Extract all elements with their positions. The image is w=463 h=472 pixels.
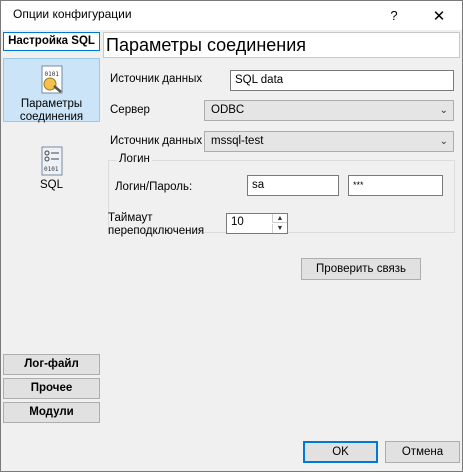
timeout-label-line1: Таймаут [108, 212, 153, 224]
login-password-label: Логин/Пароль: [115, 181, 193, 193]
server-label: Сервер [110, 104, 150, 116]
sql-icon: 0101 [41, 146, 62, 176]
close-button[interactable]: ✕ [419, 1, 459, 30]
check-connection-button[interactable]: Проверить связь [301, 258, 421, 280]
window-title: Опции конфигурации [13, 7, 132, 21]
cancel-button[interactable]: Отмена [385, 441, 460, 463]
datasource-name-input[interactable]: SQL data [230, 70, 454, 91]
sidebar-panel: 0101 Параметры соединения 0101 SQL [3, 52, 100, 352]
spin-up-icon[interactable]: ▲ [272, 214, 287, 223]
title-bar: Опции конфигурации ? ✕ [1, 1, 462, 30]
login-input[interactable]: sa [247, 175, 339, 196]
sidebar-item-connection-settings[interactable]: 0101 Параметры соединения [3, 58, 100, 123]
timeout-label-line2: переподключения [108, 225, 205, 237]
connection-settings-icon: 0101 [41, 65, 62, 94]
chevron-down-icon: ⌄ [439, 136, 448, 147]
ok-button[interactable]: OK [303, 441, 378, 463]
page-title: Параметры соединения [103, 32, 460, 58]
odbc-source-label: Источник данных [110, 135, 203, 147]
footer: OK Отмена [1, 435, 462, 471]
server-select[interactable]: ODBC ⌄ [204, 100, 454, 121]
datasource-label: Источник данных [110, 73, 203, 85]
sidebar-item-sql[interactable]: 0101 SQL [3, 140, 100, 191]
password-input[interactable]: *** [348, 175, 443, 196]
sidebar-header-sql-settings[interactable]: Настройка SQL [3, 32, 100, 51]
odbc-source-select-value: mssql-test [211, 135, 264, 147]
help-button[interactable]: ? [374, 1, 414, 30]
chevron-down-icon: ⌄ [439, 105, 448, 116]
sidebar-item-label: SQL [39, 179, 63, 191]
spin-down-icon[interactable]: ▼ [272, 224, 287, 233]
sidebar-item-label: Параметры соединения [19, 98, 84, 123]
svg-text:0101: 0101 [44, 166, 59, 173]
server-select-value: ODBC [211, 104, 245, 116]
config-dialog: Опции конфигурации ? ✕ Настройка SQL 010… [0, 0, 463, 472]
sidebar-button-modules[interactable]: Модули [3, 402, 100, 423]
sidebar-button-other[interactable]: Прочее [3, 378, 100, 399]
timeout-spinbox[interactable]: 10 ▲ ▼ [226, 213, 288, 234]
timeout-value: 10 [231, 216, 244, 228]
sidebar-button-log-file[interactable]: Лог-файл [3, 354, 100, 375]
sidebar: Настройка SQL 0101 Параметры соединения [1, 30, 103, 435]
login-group-title: Логин [117, 153, 152, 165]
odbc-source-select[interactable]: mssql-test ⌄ [204, 131, 454, 152]
main-panel: Параметры соединения Источник данных SQL… [103, 30, 462, 435]
svg-text:0101: 0101 [44, 71, 59, 78]
